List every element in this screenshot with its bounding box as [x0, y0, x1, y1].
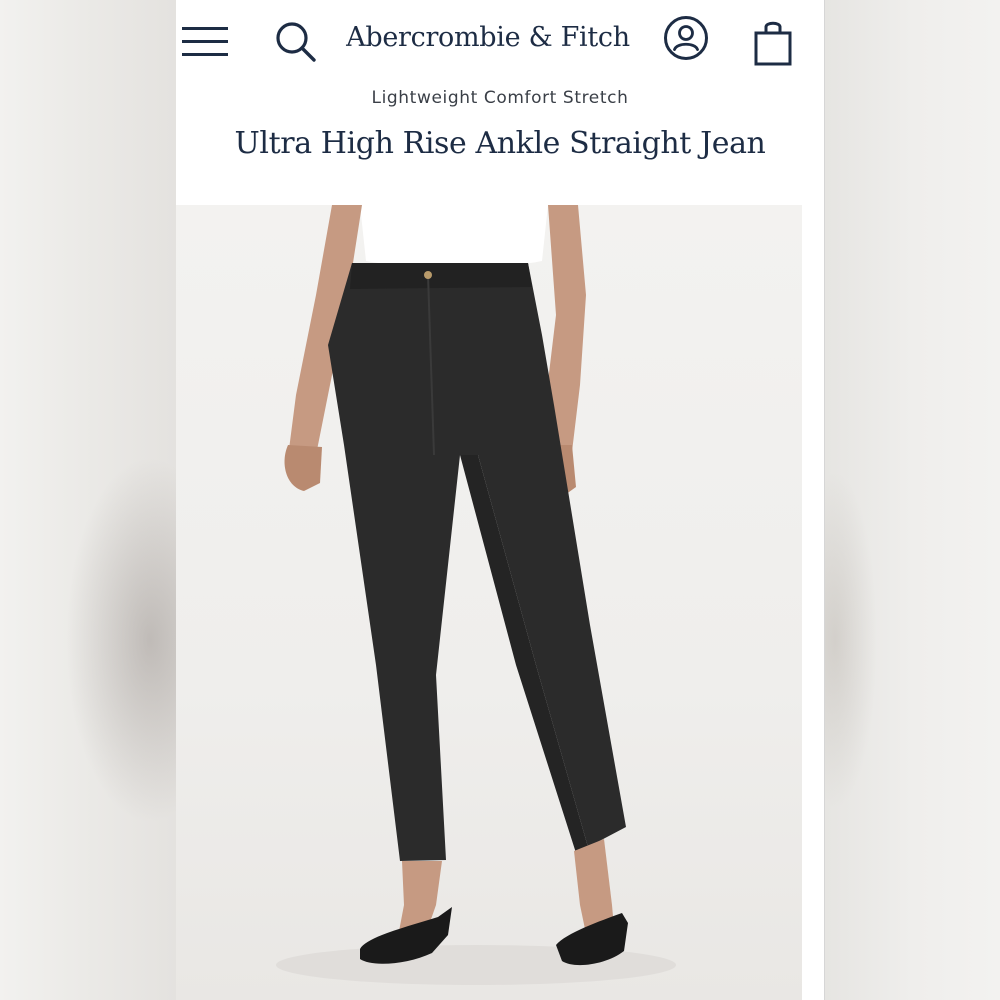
blurred-backdrop-left — [0, 0, 176, 1000]
hamburger-menu-icon[interactable] — [182, 26, 228, 58]
blurred-backdrop-right — [825, 0, 1000, 1000]
site-header: Abercrombie & Fitch — [176, 0, 824, 84]
account-icon[interactable] — [663, 15, 709, 61]
model-illustration — [276, 205, 676, 985]
search-icon[interactable] — [274, 20, 318, 64]
product-title: Ultra High Rise Ankle Straight Jean — [234, 126, 766, 161]
product-page: Abercrombie & Fitch Lightweight Comfort … — [176, 0, 825, 1000]
shopping-bag-icon[interactable] — [753, 17, 793, 67]
brand-logo[interactable]: Abercrombie & Fitch — [342, 22, 634, 53]
product-subtitle: Lightweight Comfort Stretch — [371, 88, 629, 108]
product-image[interactable] — [176, 205, 802, 1000]
screenshot-stage: Abercrombie & Fitch Lightweight Comfort … — [0, 0, 1000, 1000]
